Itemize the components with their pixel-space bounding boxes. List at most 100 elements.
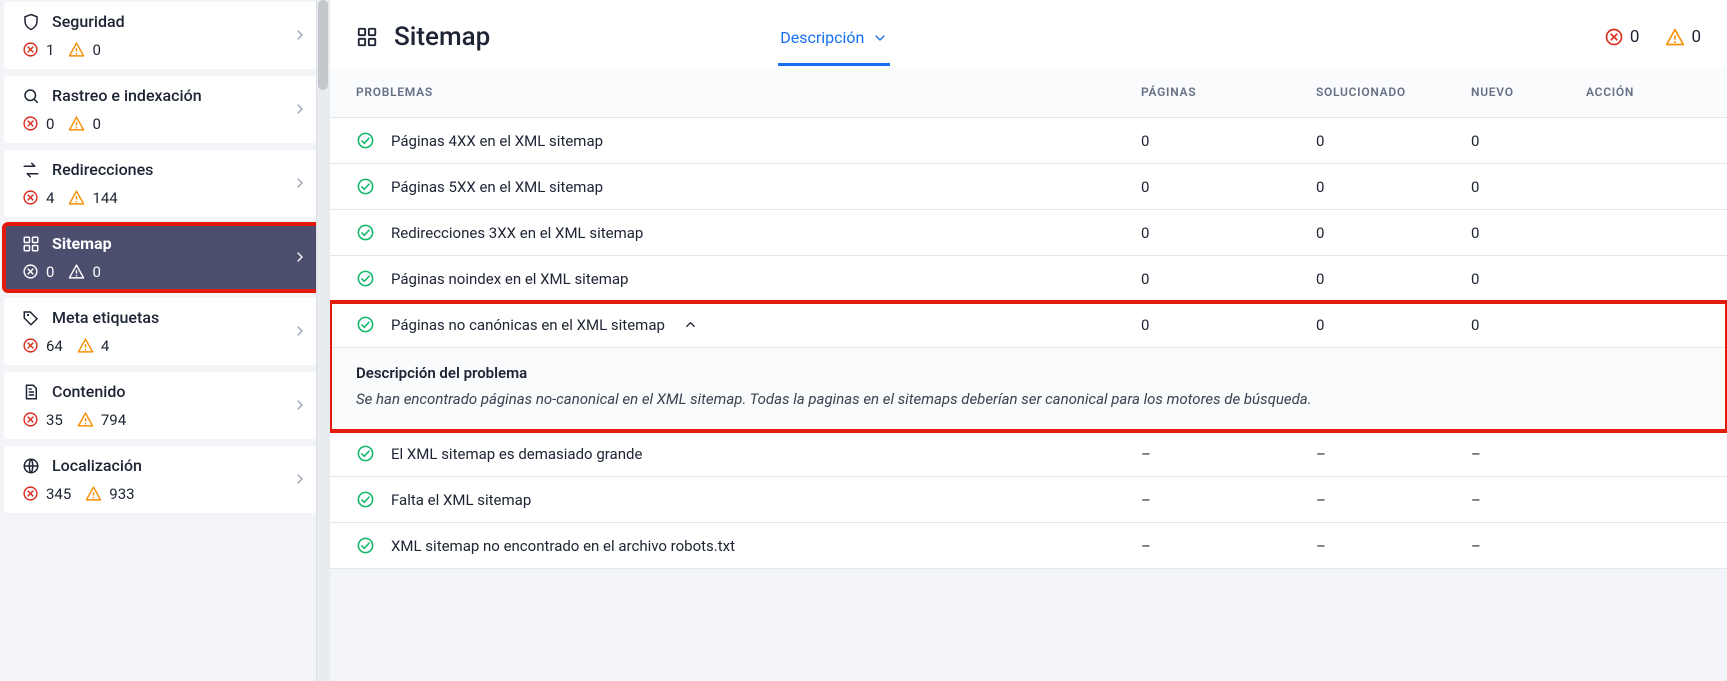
sidebar-scrollbar[interactable] xyxy=(316,0,330,681)
sidebar-item-seguridad[interactable]: Seguridad 10 xyxy=(4,2,324,69)
cell-new: 0 xyxy=(1471,178,1586,196)
warning-icon xyxy=(77,337,95,355)
problem-description-block: Descripción del problemaSe han encontrad… xyxy=(330,348,1727,431)
chevron-right-icon xyxy=(292,101,310,119)
sidebar-item-rastreo[interactable]: Rastreo e indexación00 xyxy=(4,76,324,143)
chevron-right-icon xyxy=(292,397,310,415)
sidebar-error-value: 64 xyxy=(46,337,63,355)
table-row[interactable]: Páginas noindex en el XML sitemap000 xyxy=(330,256,1727,302)
sidebar-error-stat: 0 xyxy=(22,263,54,281)
warning-icon xyxy=(68,41,86,59)
col-header-pages: Páginas xyxy=(1141,85,1316,99)
sidebar-warning-value: 144 xyxy=(92,189,117,207)
app-root: Seguridad10Rastreo e indexación00Redirec… xyxy=(0,0,1727,681)
problem-description-body: Se han encontrado páginas no-canonical e… xyxy=(356,390,1701,408)
globe-icon xyxy=(22,457,40,475)
error-icon xyxy=(1604,27,1624,47)
cell-pages: – xyxy=(1141,445,1316,463)
table-row[interactable]: Páginas no canónicas en el XML sitemap00… xyxy=(330,302,1727,348)
table-row[interactable]: Redirecciones 3XX en el XML sitemap000 xyxy=(330,210,1727,256)
sidebar-warning-stat: 0 xyxy=(68,41,100,59)
sidebar-item-sitemap[interactable]: Sitemap 00 xyxy=(4,224,324,291)
sidebar-item-localizacion[interactable]: Localización 345 933 xyxy=(4,446,324,513)
cell-new: 0 xyxy=(1471,224,1586,242)
col-header-action: Acción xyxy=(1586,85,1701,99)
sidebar-error-stat: 64 xyxy=(22,337,63,355)
cell-fixed: 0 xyxy=(1316,224,1471,242)
error-icon xyxy=(22,41,40,59)
sidebar-error-value: 4 xyxy=(46,189,54,207)
cell-fixed: – xyxy=(1316,445,1471,463)
chevron-right-icon xyxy=(292,323,310,341)
page-title: Sitemap xyxy=(394,22,490,52)
sidebar-error-value: 345 xyxy=(46,485,71,503)
chevron-down-icon xyxy=(872,30,888,46)
redirect-icon xyxy=(22,161,40,179)
chevron-up-icon[interactable] xyxy=(683,317,698,332)
error-icon xyxy=(22,189,40,207)
check-circle-icon xyxy=(356,131,375,150)
sidebar-item-redirecciones[interactable]: Redirecciones4144 xyxy=(4,150,324,217)
check-circle-icon xyxy=(356,269,375,288)
sidebar-warning-stat: 0 xyxy=(68,115,100,133)
problem-label: Páginas noindex en el XML sitemap xyxy=(391,270,628,288)
cell-new: 0 xyxy=(1471,316,1586,334)
cell-new: 0 xyxy=(1471,270,1586,288)
sidebar-error-stat: 1 xyxy=(22,41,54,59)
sidebar-item-contenido[interactable]: Contenido35794 xyxy=(4,372,324,439)
sidebar-error-value: 0 xyxy=(46,263,54,281)
sidebar-item-label: Rastreo e indexación xyxy=(52,86,202,105)
check-circle-icon xyxy=(356,536,375,555)
problem-label: Falta el XML sitemap xyxy=(391,491,531,509)
shield-icon xyxy=(22,13,40,31)
tab-description[interactable]: Descripción xyxy=(778,22,890,66)
grid-icon xyxy=(356,26,378,48)
check-circle-icon xyxy=(356,315,375,334)
cell-fixed: 0 xyxy=(1316,132,1471,150)
problem-label: XML sitemap no encontrado en el archivo … xyxy=(391,537,735,555)
sidebar-item-label: Meta etiquetas xyxy=(52,308,159,327)
highlighted-row-group: Páginas no canónicas en el XML sitemap00… xyxy=(330,302,1727,431)
col-header-fixed: Solucionado xyxy=(1316,85,1471,99)
table-row[interactable]: Falta el XML sitemap––– xyxy=(330,477,1727,523)
cell-fixed: – xyxy=(1316,537,1471,555)
cell-new: – xyxy=(1471,445,1586,463)
cell-fixed: 0 xyxy=(1316,178,1471,196)
sidebar-item-label: Localización xyxy=(52,456,142,475)
col-header-problems: Problemas xyxy=(356,85,1141,99)
doc-icon xyxy=(22,383,40,401)
sidebar-error-stat: 35 xyxy=(22,411,63,429)
problem-label: Redirecciones 3XX en el XML sitemap xyxy=(391,224,643,242)
problems-table: Problemas Páginas Solucionado Nuevo Acci… xyxy=(330,67,1727,569)
sidebar-scrollbar-thumb[interactable] xyxy=(318,0,328,90)
cell-pages: 0 xyxy=(1141,270,1316,288)
main-panel: Sitemap Descripción 0 0 xyxy=(330,0,1727,681)
cell-new: – xyxy=(1471,491,1586,509)
table-row[interactable]: Páginas 4XX en el XML sitemap000 xyxy=(330,118,1727,164)
problem-label: Páginas 5XX en el XML sitemap xyxy=(391,178,603,196)
warning-icon xyxy=(1665,27,1685,47)
header-error-count: 0 xyxy=(1604,27,1640,47)
sidebar-warning-stat: 794 xyxy=(77,411,126,429)
error-icon xyxy=(22,411,40,429)
table-row[interactable]: El XML sitemap es demasiado grande––– xyxy=(330,431,1727,477)
sidebar-warning-stat: 0 xyxy=(68,263,100,281)
col-header-new: Nuevo xyxy=(1471,85,1586,99)
table-row[interactable]: Páginas 5XX en el XML sitemap000 xyxy=(330,164,1727,210)
grid-icon xyxy=(22,235,40,253)
sidebar-warning-value: 0 xyxy=(92,115,100,133)
sidebar-item-meta[interactable]: Meta etiquetas644 xyxy=(4,298,324,365)
cell-new: – xyxy=(1471,537,1586,555)
warning-icon xyxy=(77,411,95,429)
cell-pages: 0 xyxy=(1141,178,1316,196)
cell-pages: – xyxy=(1141,491,1316,509)
sidebar-item-label: Seguridad xyxy=(52,12,125,31)
sidebar-error-value: 35 xyxy=(46,411,63,429)
sidebar-item-label: Sitemap xyxy=(52,234,112,253)
check-circle-icon xyxy=(356,444,375,463)
table-row[interactable]: XML sitemap no encontrado en el archivo … xyxy=(330,523,1727,569)
sidebar-warning-stat: 933 xyxy=(85,485,134,503)
chevron-right-icon xyxy=(292,471,310,489)
sidebar-warning-value: 933 xyxy=(109,485,134,503)
sidebar-error-stat: 345 xyxy=(22,485,71,503)
